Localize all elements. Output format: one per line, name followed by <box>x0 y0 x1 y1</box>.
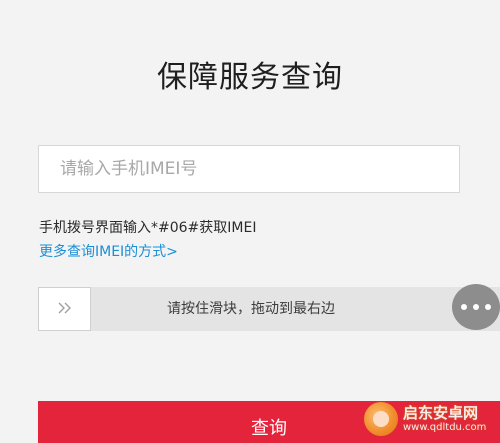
watermark: 启东安卓网 www.qdltdu.com <box>364 397 496 441</box>
more-dots-icon <box>458 304 494 310</box>
imei-hint-text: 手机拨号界面输入*#06#获取IMEI <box>39 220 257 236</box>
site-logo-icon <box>364 402 398 436</box>
more-imei-methods-link[interactable]: 更多查询IMEI的方式> <box>39 241 178 261</box>
imei-input[interactable] <box>38 145 460 193</box>
slider-instruction-text: 请按住滑块，拖动到最右边 <box>167 301 335 317</box>
double-chevron-right-icon <box>56 300 74 319</box>
watermark-url: www.qdltdu.com <box>403 421 487 433</box>
watermark-name: 启东安卓网 <box>403 404 479 423</box>
more-options-button[interactable] <box>452 284 500 330</box>
page-title: 保障服务查询 <box>157 60 343 95</box>
slider-handle[interactable] <box>38 287 91 331</box>
